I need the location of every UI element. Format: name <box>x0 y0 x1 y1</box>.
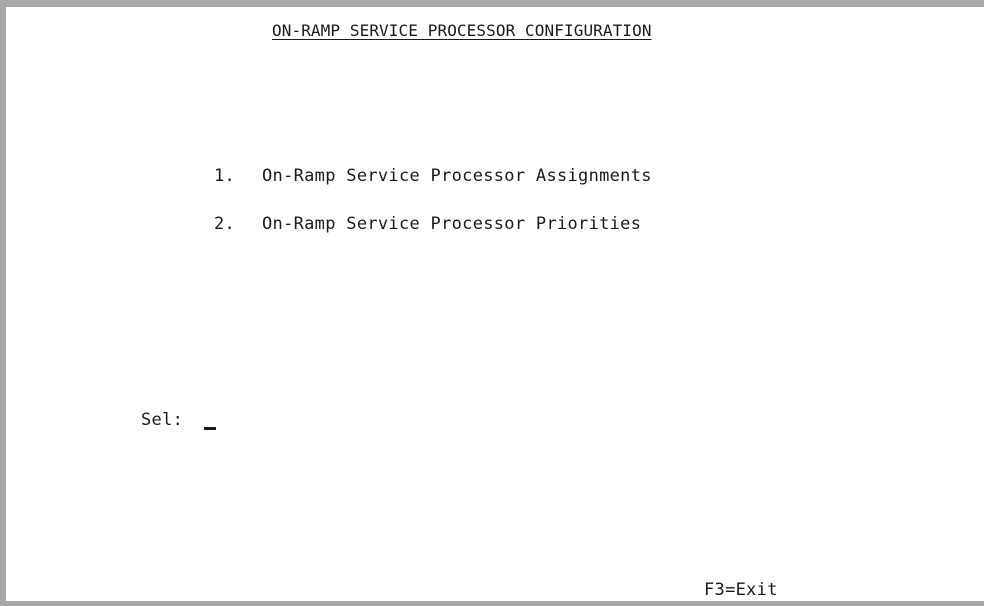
selection-label: Sel: <box>141 410 184 430</box>
text-cursor <box>204 427 216 430</box>
menu-item-1-label: On-Ramp Service Processor Assignments <box>262 166 652 186</box>
menu-item-1-number: 1. <box>214 166 236 186</box>
terminal-screen: ON-RAMP SERVICE PROCESSOR CONFIGURATION … <box>0 0 984 606</box>
menu-item-2-label: On-Ramp Service Processor Priorities <box>262 214 642 234</box>
page-title: ON-RAMP SERVICE PROCESSOR CONFIGURATION <box>272 21 652 40</box>
f3-exit-key[interactable]: F3=Exit <box>704 580 778 600</box>
menu-item-2-number: 2. <box>214 214 236 234</box>
